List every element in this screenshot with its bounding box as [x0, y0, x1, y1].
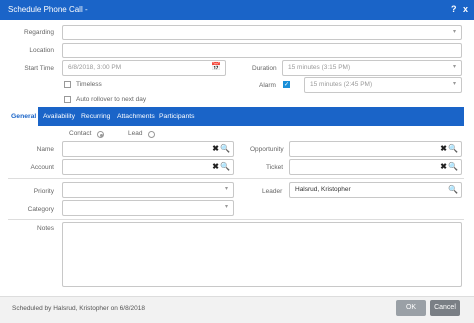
dialog-footer: Scheduled by Halsrud, Kristopher on 6/8/… — [0, 296, 474, 323]
clear-icon[interactable]: ✖ — [212, 144, 219, 153]
category-select[interactable]: ▾ — [62, 200, 234, 216]
alarm-checkbox[interactable]: ✓ — [283, 81, 290, 88]
duration-label: Duration — [252, 65, 277, 72]
priority-select[interactable]: ▾ — [62, 182, 234, 198]
location-label: Location — [29, 47, 54, 54]
leader-value: Halsrud, Kristopher — [295, 186, 351, 193]
opportunity-label: Opportunity — [250, 146, 284, 153]
help-icon[interactable]: ? — [451, 4, 457, 14]
chevron-down-icon: ▾ — [224, 204, 228, 210]
chevron-down-icon: ▾ — [452, 29, 456, 35]
category-label: Category — [27, 206, 54, 213]
auto-rollover-label: Auto rollover to next day — [76, 96, 147, 103]
lead-radio[interactable] — [148, 131, 155, 138]
chevron-down-icon: ▾ — [452, 81, 456, 87]
cancel-button[interactable]: Cancel — [430, 300, 460, 316]
tab-recurring[interactable]: Recurring — [78, 107, 113, 126]
notes-textarea[interactable] — [62, 222, 462, 287]
alarm-label: Alarm — [259, 82, 276, 89]
name-lookup[interactable]: ✖ 🔍 — [62, 141, 234, 157]
dialog-title: Schedule Phone Call - — [8, 5, 88, 14]
ticket-label: Ticket — [266, 164, 284, 171]
notes-label: Notes — [37, 225, 54, 232]
tab-attachments[interactable]: Attachments — [114, 107, 158, 126]
alarm-select[interactable]: 15 minutes (2:45 PM) ▾ — [304, 77, 462, 93]
start-time-label: Start Time — [24, 65, 54, 72]
close-icon[interactable]: x — [463, 4, 468, 14]
section-divider — [8, 178, 464, 179]
section-divider — [8, 219, 464, 220]
timeless-checkbox[interactable] — [64, 81, 71, 88]
priority-label: Priority — [33, 188, 54, 195]
timeless-label: Timeless — [76, 81, 102, 88]
duration-select[interactable]: 15 minutes (3:15 PM) ▾ — [282, 60, 462, 76]
tab-availability[interactable]: Availability — [40, 107, 78, 126]
search-icon[interactable]: 🔍 — [448, 162, 458, 171]
alarm-value: 15 minutes (2:45 PM) — [310, 81, 373, 88]
clear-icon[interactable]: ✖ — [440, 162, 447, 171]
opportunity-lookup[interactable]: ✖ 🔍 — [289, 141, 462, 157]
duration-value: 15 minutes (3:15 PM) — [288, 64, 351, 71]
leader-label: Leader — [262, 188, 283, 195]
search-icon[interactable]: 🔍 — [220, 144, 230, 153]
clear-icon[interactable]: ✖ — [212, 162, 219, 171]
scheduled-by-text: Scheduled by Halsrud, Kristopher on 6/8/… — [12, 305, 145, 312]
start-time-input[interactable]: 6/8/2018, 3:00 PM 📅 — [62, 60, 226, 76]
search-icon[interactable]: 🔍 — [448, 185, 458, 194]
chevron-down-icon: ▾ — [452, 64, 456, 70]
chevron-down-icon: ▾ — [224, 186, 228, 192]
tab-bar: General Availability Recurring Attachmen… — [8, 107, 464, 126]
lead-label: Lead — [128, 130, 143, 137]
tab-participants[interactable]: Participants — [156, 107, 198, 126]
clear-icon[interactable]: ✖ — [440, 144, 447, 153]
dialog-titlebar: Schedule Phone Call - ? x — [0, 0, 474, 20]
regarding-select[interactable]: ▾ — [62, 25, 462, 40]
calendar-icon[interactable]: 📅 — [211, 62, 221, 71]
search-icon[interactable]: 🔍 — [220, 162, 230, 171]
search-icon[interactable]: 🔍 — [448, 144, 458, 153]
contact-radio[interactable] — [97, 131, 104, 138]
auto-rollover-checkbox[interactable] — [64, 96, 71, 103]
ok-button[interactable]: OK — [396, 300, 426, 316]
account-label: Account — [30, 164, 55, 171]
regarding-label: Regarding — [24, 29, 54, 36]
tab-general[interactable]: General — [8, 107, 38, 126]
start-time-value: 6/8/2018, 3:00 PM — [68, 64, 122, 71]
location-input[interactable] — [62, 43, 462, 58]
leader-lookup[interactable]: Halsrud, Kristopher 🔍 — [289, 182, 462, 198]
titlebar-icons: ? x — [447, 4, 468, 14]
account-lookup[interactable]: ✖ 🔍 — [62, 159, 234, 175]
ticket-lookup[interactable]: ✖ 🔍 — [289, 159, 462, 175]
name-label: Name — [36, 146, 54, 153]
contact-label: Contact — [69, 130, 92, 137]
